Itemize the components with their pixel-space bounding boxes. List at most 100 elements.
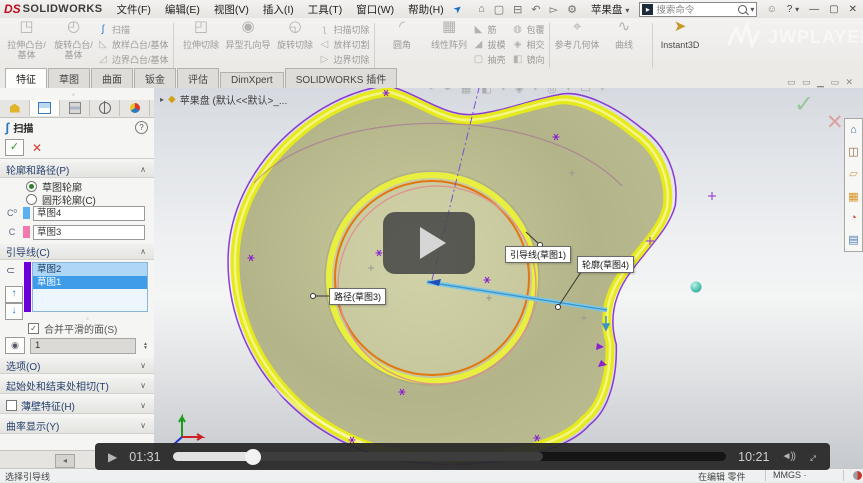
tab-solidworks-addins[interactable]: SOLIDWORKS 插件: [285, 68, 398, 88]
spinner-arrows[interactable]: ▲▼: [143, 342, 148, 350]
tab-feature-manager[interactable]: [0, 100, 30, 116]
ribbon-instant3d[interactable]: ➤Instant3D: [657, 20, 704, 71]
graphics-viewport[interactable]: ▸ ◆ 苹果盘 (默认<<默认>_... ⌖ ⌁ ▦ ◧▾ ◈▾ ◎▾ ▭▾ ✓…: [154, 88, 863, 468]
ribbon-intersect[interactable]: ◈相交: [512, 38, 545, 51]
status-tag-icon[interactable]: [853, 471, 862, 480]
document-window-controls[interactable]: ▭ ▭ ▁ ▭ ✕: [787, 77, 855, 88]
tab-sketch[interactable]: 草图: [48, 68, 90, 88]
ribbon-lofted-boss[interactable]: ◺放样凸台/基体: [97, 38, 169, 51]
profile-field[interactable]: 草图4: [33, 206, 145, 221]
view-settings-icon[interactable]: ▭: [580, 88, 590, 95]
ribbon-extruded-cut[interactable]: ◰拉伸切除: [178, 20, 225, 71]
menu-view[interactable]: 视图(V): [214, 2, 249, 17]
minimize-button[interactable]: —: [809, 4, 819, 15]
confirmation-cancel-icon[interactable]: ✕: [826, 110, 844, 135]
tab-display-manager[interactable]: [120, 100, 150, 116]
tab-features[interactable]: 特征: [5, 68, 47, 88]
options-gear-icon[interactable]: ⚙: [567, 3, 577, 16]
group-profile-and-path[interactable]: 轮廓和路径(P)∧: [0, 162, 154, 178]
search-caret-icon[interactable]: ▾: [750, 5, 754, 14]
tab-sheet-metal[interactable]: 钣金: [134, 68, 176, 88]
radio-circular-profile[interactable]: 圆形轮廓(C): [26, 193, 96, 205]
flyout-feature-tree[interactable]: ▸ ◆ 苹果盘 (默认<<默认>_...: [160, 92, 287, 107]
ribbon-sweep[interactable]: ʃ扫描: [97, 23, 169, 36]
menu-help[interactable]: 帮助(H): [408, 2, 444, 17]
checkbox-unchecked-icon[interactable]: ✓: [6, 400, 17, 411]
ribbon-fillet[interactable]: ◜圆角: [379, 20, 426, 71]
manipulator-ball-icon[interactable]: [691, 282, 702, 293]
tab-dimxpert-manager[interactable]: [90, 100, 120, 116]
menu-tools[interactable]: 工具(T): [308, 2, 342, 17]
zoom-area-icon[interactable]: ⌁: [444, 88, 451, 95]
pin-menu-icon[interactable]: ➤: [451, 2, 464, 16]
seek-bar[interactable]: [173, 452, 727, 461]
section-count-field[interactable]: 1: [30, 338, 136, 354]
appearances-icon[interactable]: ◔: [850, 212, 857, 224]
menu-insert[interactable]: 插入(I): [263, 2, 294, 17]
callout-path[interactable]: 路径(草图3): [329, 288, 386, 305]
resources-home-icon[interactable]: ⌂: [850, 124, 857, 136]
panel-splitter-handle[interactable]: ◦: [72, 90, 75, 99]
ribbon-lofted-cut[interactable]: ◁放样切割: [319, 38, 370, 51]
move-up-button[interactable]: ↑: [5, 286, 23, 303]
close-button[interactable]: ✕: [849, 4, 857, 15]
ribbon-boundary-boss[interactable]: ◿边界凸台/基体: [97, 53, 169, 66]
command-search-box[interactable]: ▸ 搜索命令 ▾: [639, 2, 757, 17]
group-start-end-tangency[interactable]: 起始处和结束处相切(T)∨: [0, 378, 154, 394]
video-play-overlay[interactable]: [383, 212, 475, 274]
menu-edit[interactable]: 编辑(E): [165, 2, 200, 17]
ribbon-linear-pattern[interactable]: ▦线性阵列: [426, 20, 473, 71]
list-item[interactable]: 草图1: [33, 276, 147, 289]
move-down-button[interactable]: ↓: [5, 303, 23, 320]
group-thin-feature[interactable]: ✓ 薄壁特征(H)∨: [0, 398, 154, 414]
ribbon-reference-geometry[interactable]: ⌖参考几何体: [554, 20, 601, 71]
ribbon-revolved-boss[interactable]: ◴旋转凸台/基体: [50, 20, 97, 71]
display-style-icon[interactable]: ◈: [515, 88, 523, 95]
user-icon[interactable]: ☺: [767, 4, 777, 15]
zoom-fit-icon[interactable]: ⌖: [428, 88, 434, 95]
list-item[interactable]: 草图2: [33, 263, 147, 276]
new-document-icon[interactable]: ▢: [494, 3, 504, 16]
callout-profile[interactable]: 轮廓(草图4): [577, 256, 634, 273]
tab-scroll-left-icon[interactable]: ◂: [55, 454, 75, 468]
section-view-icon[interactable]: ▦: [461, 88, 471, 95]
ribbon-wrap[interactable]: ◍包覆: [512, 23, 545, 36]
ribbon-draft[interactable]: ◢拔模: [473, 38, 506, 51]
print-icon[interactable]: ⊟: [513, 3, 522, 16]
expand-arrow-icon[interactable]: ▸: [160, 95, 164, 104]
ribbon-revolved-cut[interactable]: ◵旋转切除: [272, 20, 319, 71]
volume-icon[interactable]: ◄)): [781, 451, 795, 462]
eye-icon[interactable]: ◉: [5, 337, 25, 354]
units-selector[interactable]: MMGS ·: [773, 470, 807, 480]
title-caret-icon[interactable]: ▾: [625, 6, 629, 15]
play-button[interactable]: ▶: [108, 450, 117, 464]
design-library-icon[interactable]: ◫: [848, 145, 858, 158]
ribbon-hole-wizard[interactable]: ◉异型孔向导: [225, 20, 272, 71]
ribbon-rib[interactable]: ◣筋: [473, 23, 506, 36]
tab-evaluate[interactable]: 评估: [177, 68, 219, 88]
radio-sketch-profile[interactable]: 草图轮廓: [26, 180, 82, 192]
menu-window[interactable]: 窗口(W): [356, 2, 394, 17]
view-palette-icon[interactable]: ▦: [848, 190, 858, 203]
select-icon[interactable]: ▻: [550, 3, 558, 16]
help-icon[interactable]: ?: [135, 121, 148, 134]
confirmation-ok-icon[interactable]: ✓: [794, 90, 814, 119]
restore-button[interactable]: ▢: [829, 4, 838, 15]
appearance-icon[interactable]: ◎: [547, 88, 557, 95]
tab-surfaces[interactable]: 曲面: [91, 68, 133, 88]
ribbon-swept-cut[interactable]: ʅ扫描切除: [319, 23, 370, 36]
group-curvature-display[interactable]: 曲率显示(Y)∨: [0, 418, 154, 434]
search-icon[interactable]: [738, 5, 747, 14]
fullscreen-icon[interactable]: ↔: [802, 447, 822, 467]
help-button[interactable]: ? ▾: [787, 4, 799, 15]
path-field[interactable]: 草图3: [33, 225, 145, 240]
ribbon-boundary-cut[interactable]: ▷边界切除: [319, 53, 370, 66]
ribbon-shell[interactable]: ▢抽壳: [473, 53, 506, 66]
ribbon-mirror[interactable]: ◧镜向: [512, 53, 545, 66]
tab-property-manager[interactable]: [30, 100, 60, 116]
view-orientation-icon[interactable]: ◧: [481, 88, 491, 95]
ok-button[interactable]: ✓: [5, 139, 24, 156]
group-options[interactable]: 选项(O)∨: [0, 358, 154, 374]
merge-smooth-faces-checkbox[interactable]: ✓ 合并平滑的面(S): [28, 321, 117, 336]
tab-dimxpert[interactable]: DimXpert: [220, 72, 284, 88]
